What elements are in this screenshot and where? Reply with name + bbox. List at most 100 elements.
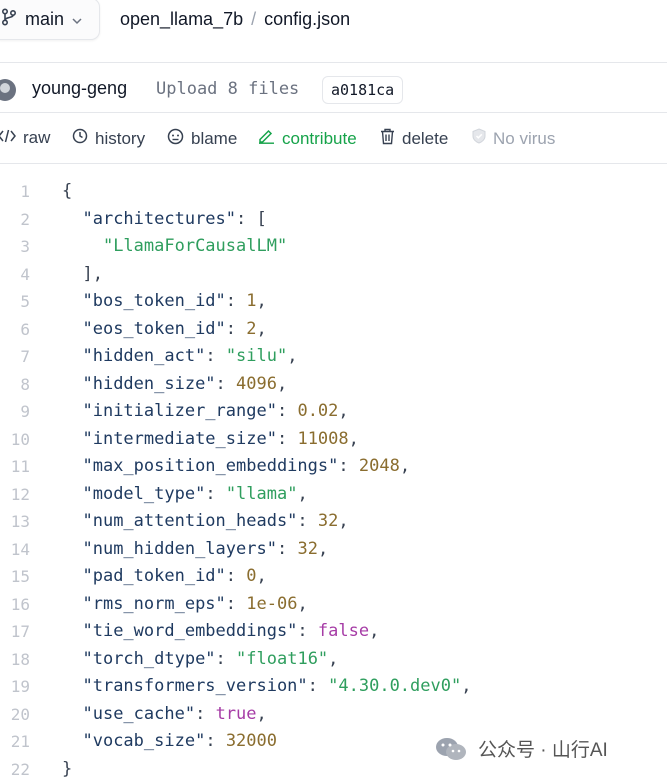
code-line: 9 "initializer_range": 0.02, bbox=[0, 398, 667, 426]
clock-icon bbox=[72, 128, 88, 149]
raw-label: raw bbox=[23, 128, 51, 147]
code-line: 20 "use_cache": true, bbox=[0, 701, 667, 729]
line-number[interactable]: 4 bbox=[0, 261, 30, 289]
raw-link[interactable]: raw bbox=[0, 128, 50, 148]
delete-link[interactable]: delete bbox=[380, 128, 448, 150]
code-line: 2 "architectures": [ bbox=[0, 206, 667, 234]
branch-icon bbox=[1, 7, 17, 31]
breadcrumb-bar: main open_llama_7b / config.json bbox=[0, 0, 667, 44]
line-number[interactable]: 14 bbox=[0, 536, 30, 564]
line-number[interactable]: 2 bbox=[0, 206, 30, 234]
line-number[interactable]: 16 bbox=[0, 591, 30, 619]
line-number[interactable]: 1 bbox=[0, 178, 30, 206]
code-line: 12 "model_type": "llama", bbox=[0, 481, 667, 509]
line-number[interactable]: 11 bbox=[0, 453, 30, 481]
code-text: "architectures": [ bbox=[82, 208, 267, 229]
breadcrumb-separator: / bbox=[251, 9, 257, 29]
code-line: 5 "bos_token_id": 1, bbox=[0, 288, 667, 316]
code-line: 6 "eos_token_id": 2, bbox=[0, 316, 667, 344]
code-text: "bos_token_id": 1, bbox=[82, 291, 267, 311]
code-text: "hidden_size": 4096, bbox=[82, 373, 288, 394]
code-line: 1{ bbox=[0, 178, 667, 206]
code-line: 16 "rms_norm_eps": 1e-06, bbox=[0, 591, 667, 619]
line-number[interactable]: 19 bbox=[0, 673, 30, 701]
blame-link[interactable]: blame bbox=[167, 128, 237, 150]
contribute-link[interactable]: contribute bbox=[258, 128, 357, 149]
code-line: 15 "pad_token_id": 0, bbox=[0, 563, 667, 591]
code-line: 19 "transformers_version": "4.30.0.dev0"… bbox=[0, 673, 667, 701]
avatar[interactable] bbox=[0, 79, 16, 101]
code-text: "num_attention_heads": 32, bbox=[82, 511, 349, 531]
wechat-icon bbox=[434, 736, 468, 762]
face-icon bbox=[167, 128, 184, 150]
code-text: "tie_word_embeddings": false, bbox=[82, 621, 380, 641]
line-number[interactable]: 21 bbox=[0, 728, 30, 756]
line-number[interactable]: 10 bbox=[0, 426, 30, 454]
delete-label: delete bbox=[402, 129, 449, 148]
code-line: 14 "num_hidden_layers": 32, bbox=[0, 536, 667, 564]
line-number[interactable]: 3 bbox=[0, 233, 30, 261]
branch-selector[interactable]: main bbox=[0, 0, 100, 40]
no-virus-label: No virus bbox=[493, 128, 556, 148]
shield-check-icon bbox=[472, 128, 486, 149]
breadcrumb-repo-link[interactable]: open_llama_7b bbox=[120, 9, 243, 30]
branch-name: main bbox=[25, 8, 65, 29]
line-number[interactable]: 13 bbox=[0, 508, 30, 536]
commit-author-link[interactable]: young-geng bbox=[32, 78, 127, 99]
code-icon bbox=[0, 128, 16, 148]
code-line: 4 ], bbox=[0, 261, 667, 289]
code-text: "rms_norm_eps": 1e-06, bbox=[82, 593, 308, 614]
code-text: "initializer_range": 0.02, bbox=[82, 401, 349, 421]
trash-icon bbox=[380, 128, 395, 150]
line-number[interactable]: 12 bbox=[0, 481, 30, 509]
code-text: } bbox=[62, 758, 73, 779]
code-text: "vocab_size": 32000 bbox=[82, 731, 277, 751]
history-label: history bbox=[95, 128, 146, 148]
code-text: ], bbox=[62, 263, 103, 284]
last-commit-bar: young-geng Upload 8 files a0181ca bbox=[0, 62, 667, 113]
code-text: "transformers_version": "4.30.0.dev0", bbox=[82, 676, 472, 696]
line-number[interactable]: 20 bbox=[0, 701, 30, 729]
watermark-text: 公众号 · 山行AI bbox=[478, 740, 608, 761]
code-line: 8 "hidden_size": 4096, bbox=[0, 371, 667, 399]
code-text: { bbox=[62, 181, 73, 201]
code-line: 10 "intermediate_size": 11008, bbox=[0, 426, 667, 454]
code-line: 3 "LlamaForCausalLM" bbox=[0, 233, 667, 261]
code-text: "hidden_act": "silu", bbox=[82, 346, 298, 366]
code-text: "max_position_embeddings": 2048, bbox=[82, 456, 411, 476]
chevron-down-icon bbox=[72, 9, 82, 30]
code-text: "pad_token_id": 0, bbox=[82, 566, 267, 586]
pencil-icon bbox=[258, 128, 275, 149]
blame-label: blame bbox=[191, 129, 238, 148]
breadcrumb: open_llama_7b / config.json bbox=[120, 9, 350, 30]
breadcrumb-file: config.json bbox=[264, 9, 351, 29]
code-text: "num_hidden_layers": 32, bbox=[82, 538, 329, 559]
code-line: 7 "hidden_act": "silu", bbox=[0, 343, 667, 371]
line-number[interactable]: 18 bbox=[0, 646, 30, 674]
line-number[interactable]: 8 bbox=[0, 371, 30, 399]
history-link[interactable]: history bbox=[72, 128, 145, 149]
code-text: "model_type": "llama", bbox=[82, 483, 308, 504]
code-text: "torch_dtype": "float16", bbox=[82, 648, 339, 669]
commit-message-link[interactable]: Upload 8 files bbox=[156, 79, 299, 99]
code-line: 13 "num_attention_heads": 32, bbox=[0, 508, 667, 536]
code-text: "intermediate_size": 11008, bbox=[82, 428, 359, 449]
line-number[interactable]: 15 bbox=[0, 563, 30, 591]
code-line: 11 "max_position_embeddings": 2048, bbox=[0, 453, 667, 481]
contribute-label: contribute bbox=[282, 128, 357, 148]
code-text: "LlamaForCausalLM" bbox=[102, 236, 288, 256]
line-number[interactable]: 7 bbox=[0, 343, 30, 371]
file-actions-bar: raw history blame contribute delete No v… bbox=[0, 113, 667, 164]
line-number[interactable]: 17 bbox=[0, 618, 30, 646]
code-line: 17 "tie_word_embeddings": false, bbox=[0, 618, 667, 646]
watermark: 公众号 · 山行AI bbox=[434, 735, 608, 762]
line-number[interactable]: 9 bbox=[0, 398, 30, 426]
code-text: "eos_token_id": 2, bbox=[82, 318, 267, 339]
line-number[interactable]: 6 bbox=[0, 316, 30, 344]
line-number[interactable]: 22 bbox=[0, 756, 30, 783]
virus-scan-status: No virus bbox=[472, 128, 555, 149]
commit-hash-link[interactable]: a0181ca bbox=[322, 76, 404, 104]
code-view: 1{2 "architectures": [3 "LlamaForCausalL… bbox=[0, 178, 667, 783]
line-number[interactable]: 5 bbox=[0, 288, 30, 316]
code-line: 18 "torch_dtype": "float16", bbox=[0, 646, 667, 674]
